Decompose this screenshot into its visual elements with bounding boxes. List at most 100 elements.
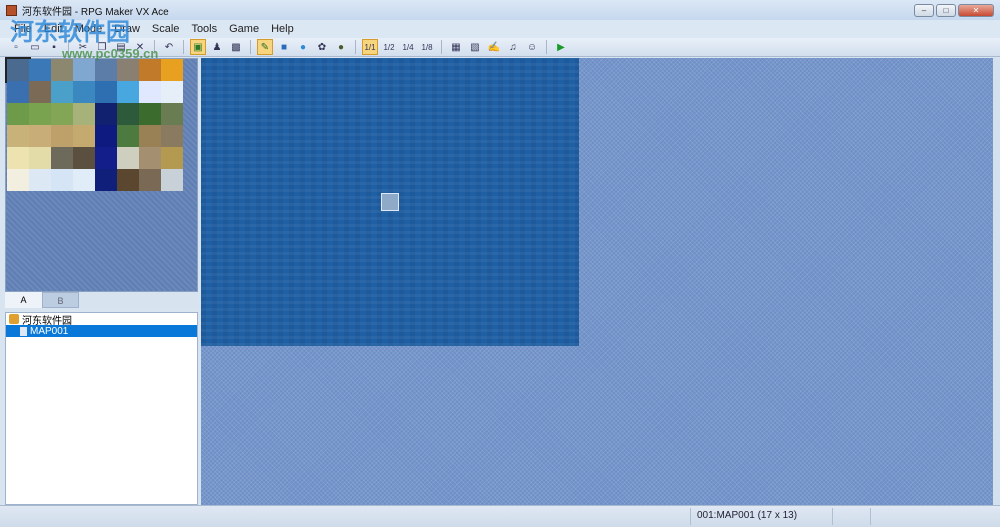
new-project-icon[interactable]: ▫ — [8, 39, 24, 55]
tileset-palette[interactable] — [5, 57, 198, 292]
tile[interactable] — [51, 169, 73, 191]
tile[interactable] — [117, 169, 139, 191]
character-generator-icon[interactable]: ☺ — [524, 39, 540, 55]
delete-icon[interactable]: ✕ — [132, 39, 148, 55]
scale-1-1-button[interactable]: 1/1 — [362, 39, 378, 55]
tile[interactable] — [161, 103, 183, 125]
tile[interactable] — [73, 169, 95, 191]
tree-project-root[interactable]: 河东软件园 — [6, 313, 197, 327]
menu-file[interactable]: File — [14, 23, 32, 35]
sound-test-icon[interactable]: ♫ — [505, 39, 521, 55]
tile[interactable] — [73, 125, 95, 147]
menu-help[interactable]: Help — [271, 23, 294, 35]
tile-grid[interactable] — [5, 57, 183, 191]
tab-a[interactable]: A — [5, 292, 42, 308]
save-project-icon[interactable]: ▪ — [46, 39, 62, 55]
tile[interactable] — [73, 103, 95, 125]
tab-b[interactable]: B — [42, 292, 79, 308]
tile[interactable] — [7, 147, 29, 169]
menu-tools[interactable]: Tools — [191, 23, 217, 35]
tile[interactable] — [73, 81, 95, 103]
menu-mode[interactable]: Mode — [75, 23, 103, 35]
tile[interactable] — [29, 59, 51, 81]
tree-map-item[interactable]: MAP001 — [6, 325, 197, 337]
tile[interactable] — [139, 147, 161, 169]
tile[interactable] — [95, 81, 117, 103]
tile[interactable] — [161, 59, 183, 81]
tile[interactable] — [7, 103, 29, 125]
resource-manager-icon[interactable]: ▧ — [467, 39, 483, 55]
tile[interactable] — [7, 169, 29, 191]
tile[interactable] — [139, 169, 161, 191]
player-start-marker[interactable] — [381, 193, 399, 211]
tile[interactable] — [51, 103, 73, 125]
copy-icon[interactable]: ❐ — [94, 39, 110, 55]
tile[interactable] — [117, 125, 139, 147]
tile[interactable] — [117, 81, 139, 103]
tile[interactable] — [29, 125, 51, 147]
tile[interactable] — [7, 125, 29, 147]
cut-icon[interactable]: ✂ — [75, 39, 91, 55]
fill-icon[interactable]: ✿ — [314, 39, 330, 55]
scale-1-8-button[interactable]: 1/8 — [419, 39, 435, 55]
tile[interactable] — [29, 169, 51, 191]
open-project-icon[interactable]: ▭ — [27, 39, 43, 55]
scale-1-2-button[interactable]: 1/2 — [381, 39, 397, 55]
tile[interactable] — [139, 81, 161, 103]
map-area[interactable] — [201, 58, 579, 346]
tile[interactable] — [161, 147, 183, 169]
tile[interactable] — [95, 147, 117, 169]
vertical-scrollbar[interactable] — [993, 58, 1000, 505]
menu-draw[interactable]: Draw — [114, 23, 140, 35]
undo-icon[interactable]: ↶ — [161, 39, 177, 55]
tile[interactable] — [161, 125, 183, 147]
tile[interactable] — [95, 103, 117, 125]
tile[interactable] — [117, 147, 139, 169]
menu-edit[interactable]: Edit — [44, 23, 63, 35]
tile[interactable] — [73, 59, 95, 81]
tile[interactable] — [51, 125, 73, 147]
tile[interactable] — [7, 81, 29, 103]
menu-bar: File Edit Mode Draw Scale Tools Game Hel… — [0, 20, 1000, 38]
menu-scale[interactable]: Scale — [152, 23, 180, 35]
tile[interactable] — [139, 103, 161, 125]
minimize-button[interactable]: – — [914, 4, 934, 17]
rectangle-icon[interactable]: ■ — [276, 39, 292, 55]
tile[interactable] — [139, 125, 161, 147]
tile[interactable] — [51, 81, 73, 103]
tile[interactable] — [29, 147, 51, 169]
project-icon — [9, 314, 19, 324]
tile[interactable] — [95, 59, 117, 81]
menu-game[interactable]: Game — [229, 23, 259, 35]
ellipse-icon[interactable]: ● — [295, 39, 311, 55]
shadow-pen-icon[interactable]: ● — [333, 39, 349, 55]
tile[interactable] — [51, 59, 73, 81]
map-editor-canvas[interactable] — [201, 58, 993, 505]
tile[interactable] — [117, 59, 139, 81]
app-icon — [6, 4, 17, 16]
title-bar: 河东软件园 - RPG Maker VX Ace – □ ✕ — [0, 0, 1000, 20]
pencil-icon[interactable]: ✎ — [257, 39, 273, 55]
map-mode-icon[interactable]: ▣ — [190, 39, 206, 55]
close-button[interactable]: ✕ — [958, 4, 994, 17]
region-mode-icon[interactable]: ▩ — [228, 39, 244, 55]
database-icon[interactable]: ▦ — [448, 39, 464, 55]
tile[interactable] — [95, 169, 117, 191]
script-editor-icon[interactable]: ✍ — [486, 39, 502, 55]
tile[interactable] — [139, 59, 161, 81]
separator — [250, 40, 251, 54]
tile[interactable] — [161, 81, 183, 103]
paste-icon[interactable]: ▤ — [113, 39, 129, 55]
maximize-button[interactable]: □ — [936, 4, 956, 17]
playtest-icon[interactable]: ▶ — [553, 39, 569, 55]
scale-1-4-button[interactable]: 1/4 — [400, 39, 416, 55]
tile[interactable] — [95, 125, 117, 147]
tile[interactable] — [161, 169, 183, 191]
tile[interactable] — [73, 147, 95, 169]
tile[interactable] — [29, 103, 51, 125]
event-mode-icon[interactable]: ♟ — [209, 39, 225, 55]
tile[interactable] — [29, 81, 51, 103]
tile[interactable] — [117, 103, 139, 125]
tile[interactable] — [5, 57, 31, 83]
tile[interactable] — [51, 147, 73, 169]
